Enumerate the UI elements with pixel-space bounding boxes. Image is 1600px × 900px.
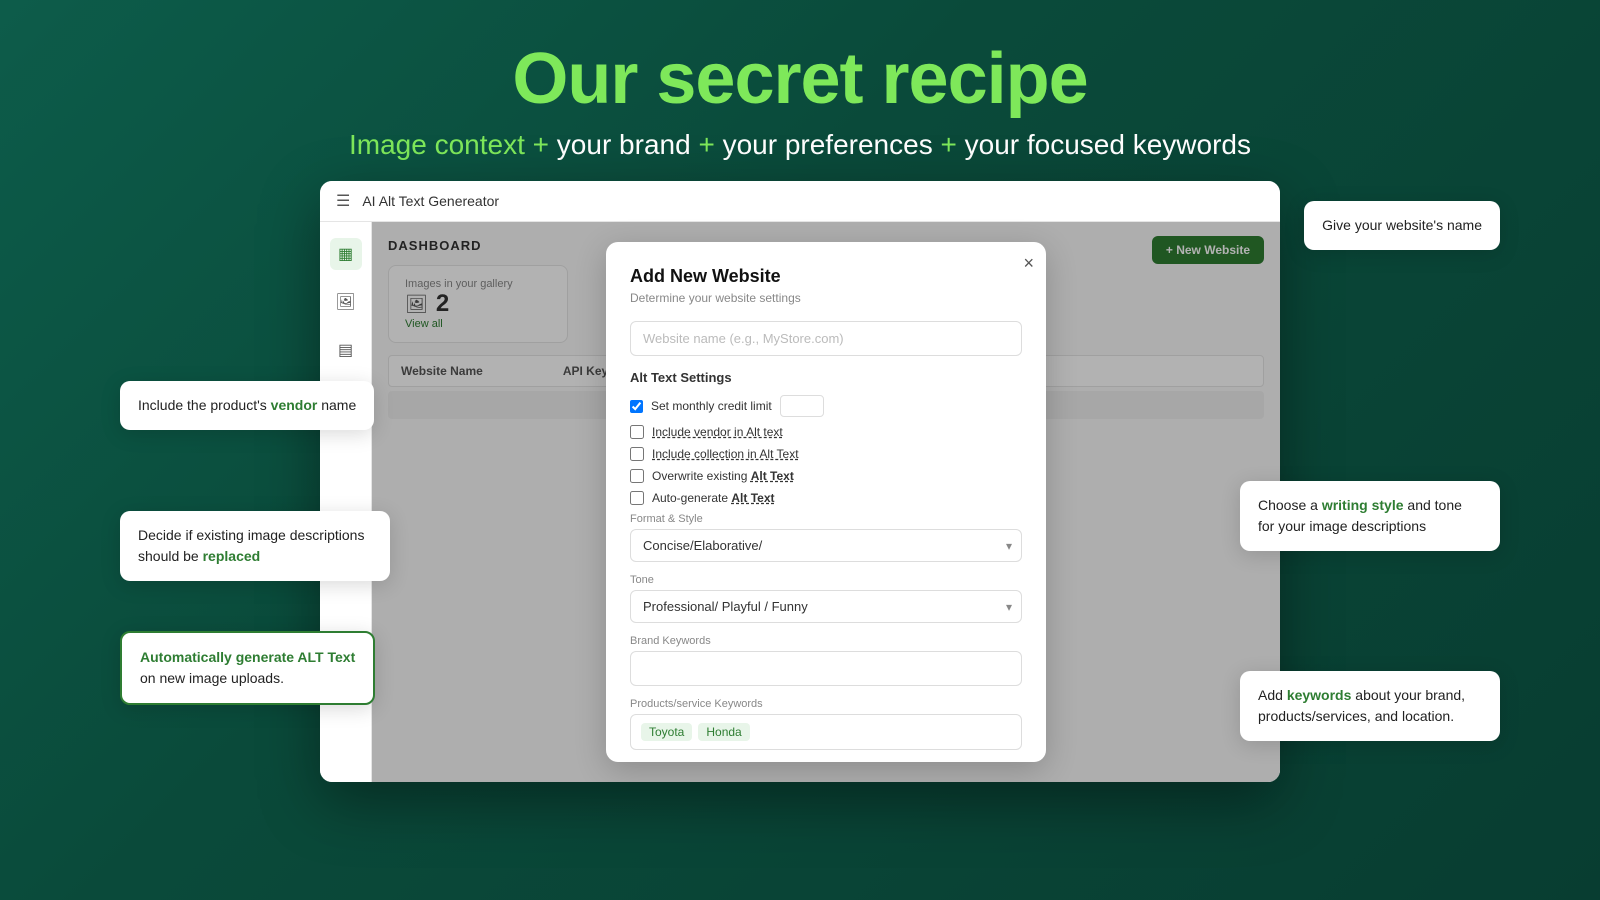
tone-label: Tone (630, 574, 1022, 586)
callout-replace-highlight: replaced (203, 548, 261, 564)
callout-vendor: Include the product's vendor name (120, 381, 374, 430)
overwrite-label: Overwrite existing Alt Text (652, 469, 794, 483)
tone-select[interactable]: Professional/ Playful / Funny (630, 590, 1022, 623)
credit-limit-label: Set monthly credit limit (651, 399, 772, 413)
subtitle-keywords: your focused keywords (965, 129, 1251, 160)
modal-overlay: × Add New Website Determine your website… (372, 222, 1280, 782)
callout-keywords: Add keywords about your brand, products/… (1240, 671, 1500, 741)
main-content: DASHBOARD Images in your gallery 🖼 2 Vie… (372, 222, 1280, 782)
app-title: AI Alt Text Genereator (362, 193, 499, 209)
format-select-wrapper: Concise/Elaborative/ ▾ (630, 529, 1022, 562)
brand-keywords-field-group: Brand Keywords Tom's Auto Parts (630, 635, 1022, 686)
callout-keywords-highlight: keywords (1287, 687, 1352, 703)
sidebar-item-chart[interactable]: ▤ (330, 334, 362, 366)
callout-auto-text-after: on new image uploads. (140, 670, 284, 686)
alt-text-settings-label: Alt Text Settings (630, 370, 1022, 385)
credit-limit-row: Set monthly credit limit 25 (630, 395, 1022, 417)
subtitle-part1: Image context + (349, 129, 557, 160)
sidebar-item-images[interactable]: 🖼 (330, 286, 362, 318)
modal-subtitle: Determine your website settings (630, 291, 1022, 305)
collection-checkbox[interactable] (630, 447, 644, 461)
callout-website-name: Give your website's name (1304, 201, 1500, 250)
format-label: Format & Style (630, 513, 1022, 525)
overwrite-checkbox[interactable] (630, 469, 644, 483)
collection-label: Include collection in Alt Text (652, 447, 799, 461)
modal-close-button[interactable]: × (1023, 254, 1034, 272)
tag-honda: Honda (698, 723, 749, 741)
app-titlebar: ☰ AI Alt Text Genereator (320, 181, 1280, 222)
callout-replace: Decide if existing image descriptions sh… (120, 511, 390, 581)
callout-vendor-text-before: Include the product's (138, 397, 271, 413)
callout-auto-highlight: Automatically generate ALT Text (140, 649, 355, 665)
autogenerate-checkbox-row: Auto-generate Alt Text (630, 491, 1022, 505)
callout-auto-generate: Automatically generate ALT Text on new i… (120, 631, 375, 705)
products-keywords-label: Products/service Keywords (630, 698, 1022, 710)
callout-style-highlight: writing style (1322, 497, 1404, 513)
sidebar-item-dashboard[interactable]: ▦ (330, 238, 362, 270)
collection-checkbox-row: Include collection in Alt Text (630, 447, 1022, 461)
modal-title: Add New Website (630, 266, 1022, 287)
credit-limit-input[interactable]: 25 (780, 395, 824, 417)
callout-style-before: Choose a (1258, 497, 1322, 513)
products-keywords-input[interactable]: Toyota Honda (630, 714, 1022, 750)
menu-icon[interactable]: ☰ (336, 191, 350, 211)
callout-keywords-before: Add (1258, 687, 1287, 703)
tone-select-wrapper: Professional/ Playful / Funny ▾ (630, 590, 1022, 623)
callout-writing-style: Choose a writing style and tone for your… (1240, 481, 1500, 551)
brand-keywords-label: Brand Keywords (630, 635, 1022, 647)
vendor-checkbox-row: Include vendor in Alt text (630, 425, 1022, 439)
format-select[interactable]: Concise/Elaborative/ (630, 529, 1022, 562)
autogenerate-checkbox[interactable] (630, 491, 644, 505)
products-keywords-field-group: Products/service Keywords Toyota Honda (630, 698, 1022, 750)
callout-vendor-highlight: vendor (271, 397, 318, 413)
vendor-label: Include vendor in Alt text (652, 425, 783, 439)
credit-limit-checkbox[interactable] (630, 400, 643, 413)
website-name-input[interactable] (630, 321, 1022, 356)
page-subtitle: Image context + your brand + your prefer… (0, 129, 1600, 161)
brand-keywords-input[interactable]: Tom's Auto Parts (630, 651, 1022, 686)
overwrite-checkbox-row: Overwrite existing Alt Text (630, 469, 1022, 483)
autogenerate-label: Auto-generate Alt Text (652, 491, 775, 505)
subtitle-part3: + (933, 129, 965, 160)
modal-dialog: × Add New Website Determine your website… (606, 242, 1046, 762)
app-body: ▦ 🖼 ▤ ⚙ DASHBOARD Images in your gallery… (320, 222, 1280, 782)
subtitle-brand: your brand (557, 129, 691, 160)
subtitle-part2: + (691, 129, 723, 160)
callout-website-name-text: Give your website's name (1322, 217, 1482, 233)
format-field-group: Format & Style Concise/Elaborative/ ▾ (630, 513, 1022, 562)
tag-toyota: Toyota (641, 723, 692, 741)
vendor-checkbox[interactable] (630, 425, 644, 439)
tone-field-group: Tone Professional/ Playful / Funny ▾ (630, 574, 1022, 623)
app-window: ☰ AI Alt Text Genereator ▦ 🖼 ▤ ⚙ DASHBOA… (320, 181, 1280, 782)
callout-vendor-text-after: name (317, 397, 356, 413)
page-title: Our secret recipe (0, 40, 1600, 119)
subtitle-preferences: your preferences (723, 129, 933, 160)
